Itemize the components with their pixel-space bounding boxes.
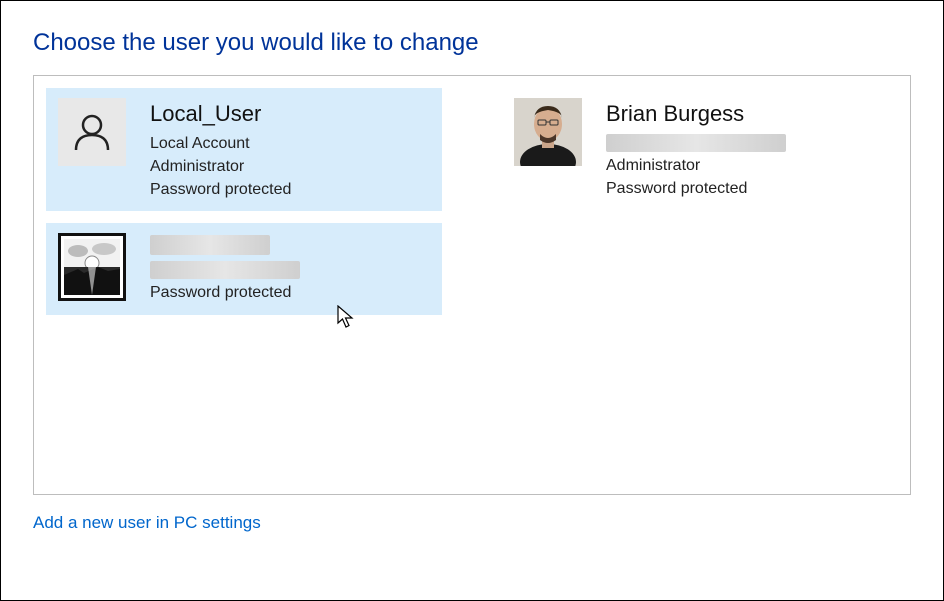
- avatar-photo: [514, 98, 582, 166]
- user-detail-line: Administrator: [150, 155, 291, 178]
- user-card-local-user[interactable]: Local_User Local Account Administrator P…: [46, 88, 442, 211]
- user-info: Local_User Local Account Administrator P…: [150, 98, 291, 201]
- user-name: Local_User: [150, 98, 291, 130]
- page-title: Choose the user you would like to change: [33, 29, 911, 57]
- avatar-thumbnail: [58, 233, 126, 301]
- user-detail-line: Local Account: [150, 132, 291, 155]
- user-detail-line: Password protected: [150, 178, 291, 201]
- redacted-name: [150, 235, 270, 255]
- user-list-box: Local_User Local Account Administrator P…: [33, 75, 911, 495]
- user-info: Password protected: [150, 233, 300, 304]
- page-container: Choose the user you would like to change…: [1, 1, 943, 553]
- user-grid: Local_User Local Account Administrator P…: [46, 88, 898, 315]
- user-card-redacted[interactable]: Password protected: [46, 223, 442, 314]
- avatar-placeholder-icon: [58, 98, 126, 166]
- user-card-brian-burgess[interactable]: Brian Burgess Administrator Password pro…: [502, 88, 898, 211]
- user-info: Brian Burgess Administrator Password pro…: [606, 98, 786, 200]
- add-user-link[interactable]: Add a new user in PC settings: [33, 513, 261, 533]
- user-name: Brian Burgess: [606, 98, 786, 130]
- redacted-text: [150, 261, 300, 279]
- user-detail-line: Password protected: [606, 177, 786, 200]
- user-detail-line: Password protected: [150, 281, 300, 304]
- user-detail-line: Administrator: [606, 154, 786, 177]
- redacted-text: [606, 134, 786, 152]
